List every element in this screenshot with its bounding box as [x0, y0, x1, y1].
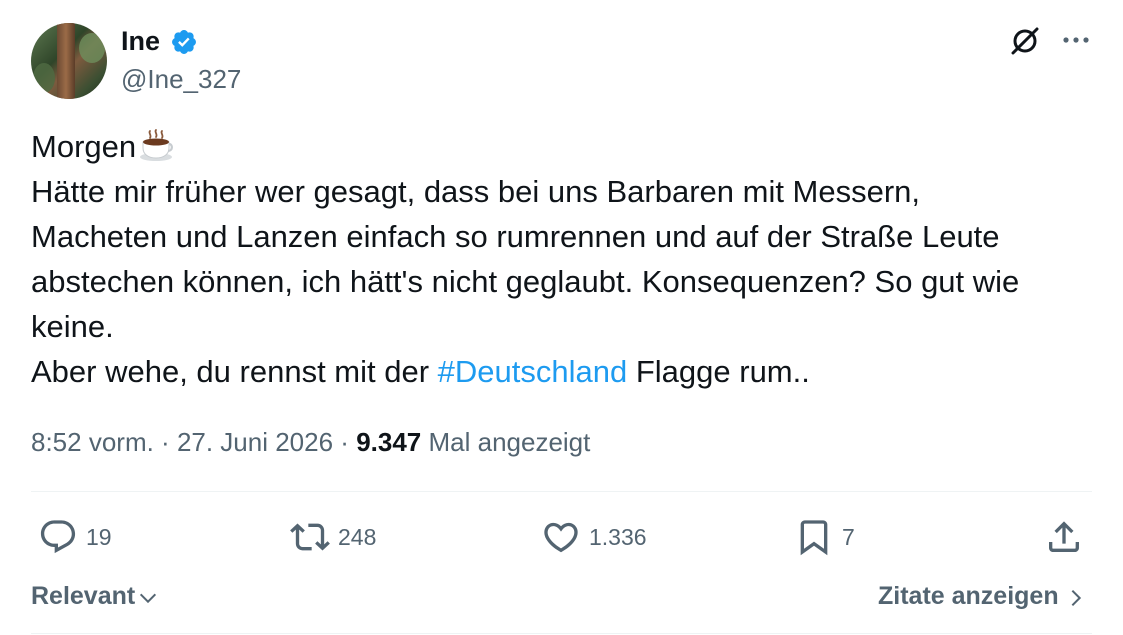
sort-label: Relevant: [31, 582, 136, 610]
tweet-line-3: Macheten und Lanzen einfach so rumrennen…: [31, 219, 1000, 254]
author-name[interactable]: Ine: [121, 25, 160, 57]
like-icon: [544, 522, 578, 553]
author-handle[interactable]: @Ine_327: [121, 64, 241, 94]
tweet-line-6: Aber wehe, du rennst mit der #Deutschlan…: [31, 349, 1101, 394]
hot-beverage-emoji: [140, 129, 174, 161]
hashtag-link[interactable]: #Deutschland: [438, 354, 628, 389]
repost-icon: [290, 523, 330, 551]
timestamp-time[interactable]: 8:52 vorm.: [31, 427, 154, 457]
divider: [31, 491, 1092, 492]
quotes-label: Zitate anzeigen: [878, 582, 1059, 610]
like-button[interactable]: 1.336: [541, 517, 647, 557]
divider: [31, 633, 1092, 634]
more-icon[interactable]: [1060, 28, 1092, 52]
bookmark-button[interactable]: 7: [794, 517, 855, 557]
repost-count: 248: [338, 523, 377, 550]
like-count: 1.336: [589, 523, 647, 550]
verified-badge-icon: [172, 30, 196, 54]
chevron-down-icon: [140, 593, 157, 604]
repost-button[interactable]: 248: [290, 517, 376, 557]
meta-separator: ·: [153, 427, 177, 457]
tweet-text: Morgen Hätte mir früher wer gesagt, dass…: [31, 124, 1101, 394]
tweet-line-1: Morgen: [31, 124, 1101, 169]
greeting-text: Morgen: [31, 129, 137, 164]
sort-replies-dropdown[interactable]: Relevant: [31, 580, 159, 612]
reply-icon: [40, 520, 76, 554]
share-icon: [1049, 521, 1079, 552]
timestamp-date[interactable]: 27. Juni 2026: [177, 427, 333, 457]
tweet-meta: 8:52 vorm. · 27. Juni 2026 · 9.347 Mal a…: [31, 426, 590, 458]
views-count: 9.347: [356, 427, 422, 457]
tweet-line-5: keine.: [31, 309, 114, 344]
share-button[interactable]: [1044, 517, 1084, 557]
reply-count: 19: [86, 523, 112, 550]
bookmark-count: 7: [842, 523, 855, 550]
tweet-line-6-start: Aber wehe, du rennst mit der: [31, 354, 438, 389]
meta-separator: ·: [333, 427, 357, 457]
tweet-line-2: Hätte mir früher wer gesagt, dass bei un…: [31, 174, 921, 209]
grok-icon[interactable]: [1008, 24, 1042, 58]
tweet-line-6-end: Flagge rum..: [627, 354, 810, 389]
chevron-right-icon: [1071, 589, 1081, 607]
view-quotes-link[interactable]: Zitate anzeigen: [878, 580, 1087, 612]
views-label: Mal angezeigt: [421, 427, 591, 457]
avatar[interactable]: [31, 23, 107, 99]
reply-button[interactable]: 19: [38, 517, 112, 557]
tweet-line-4: abstechen können, ich hätt's nicht gegla…: [31, 264, 1020, 299]
bookmark-icon: [800, 520, 828, 556]
